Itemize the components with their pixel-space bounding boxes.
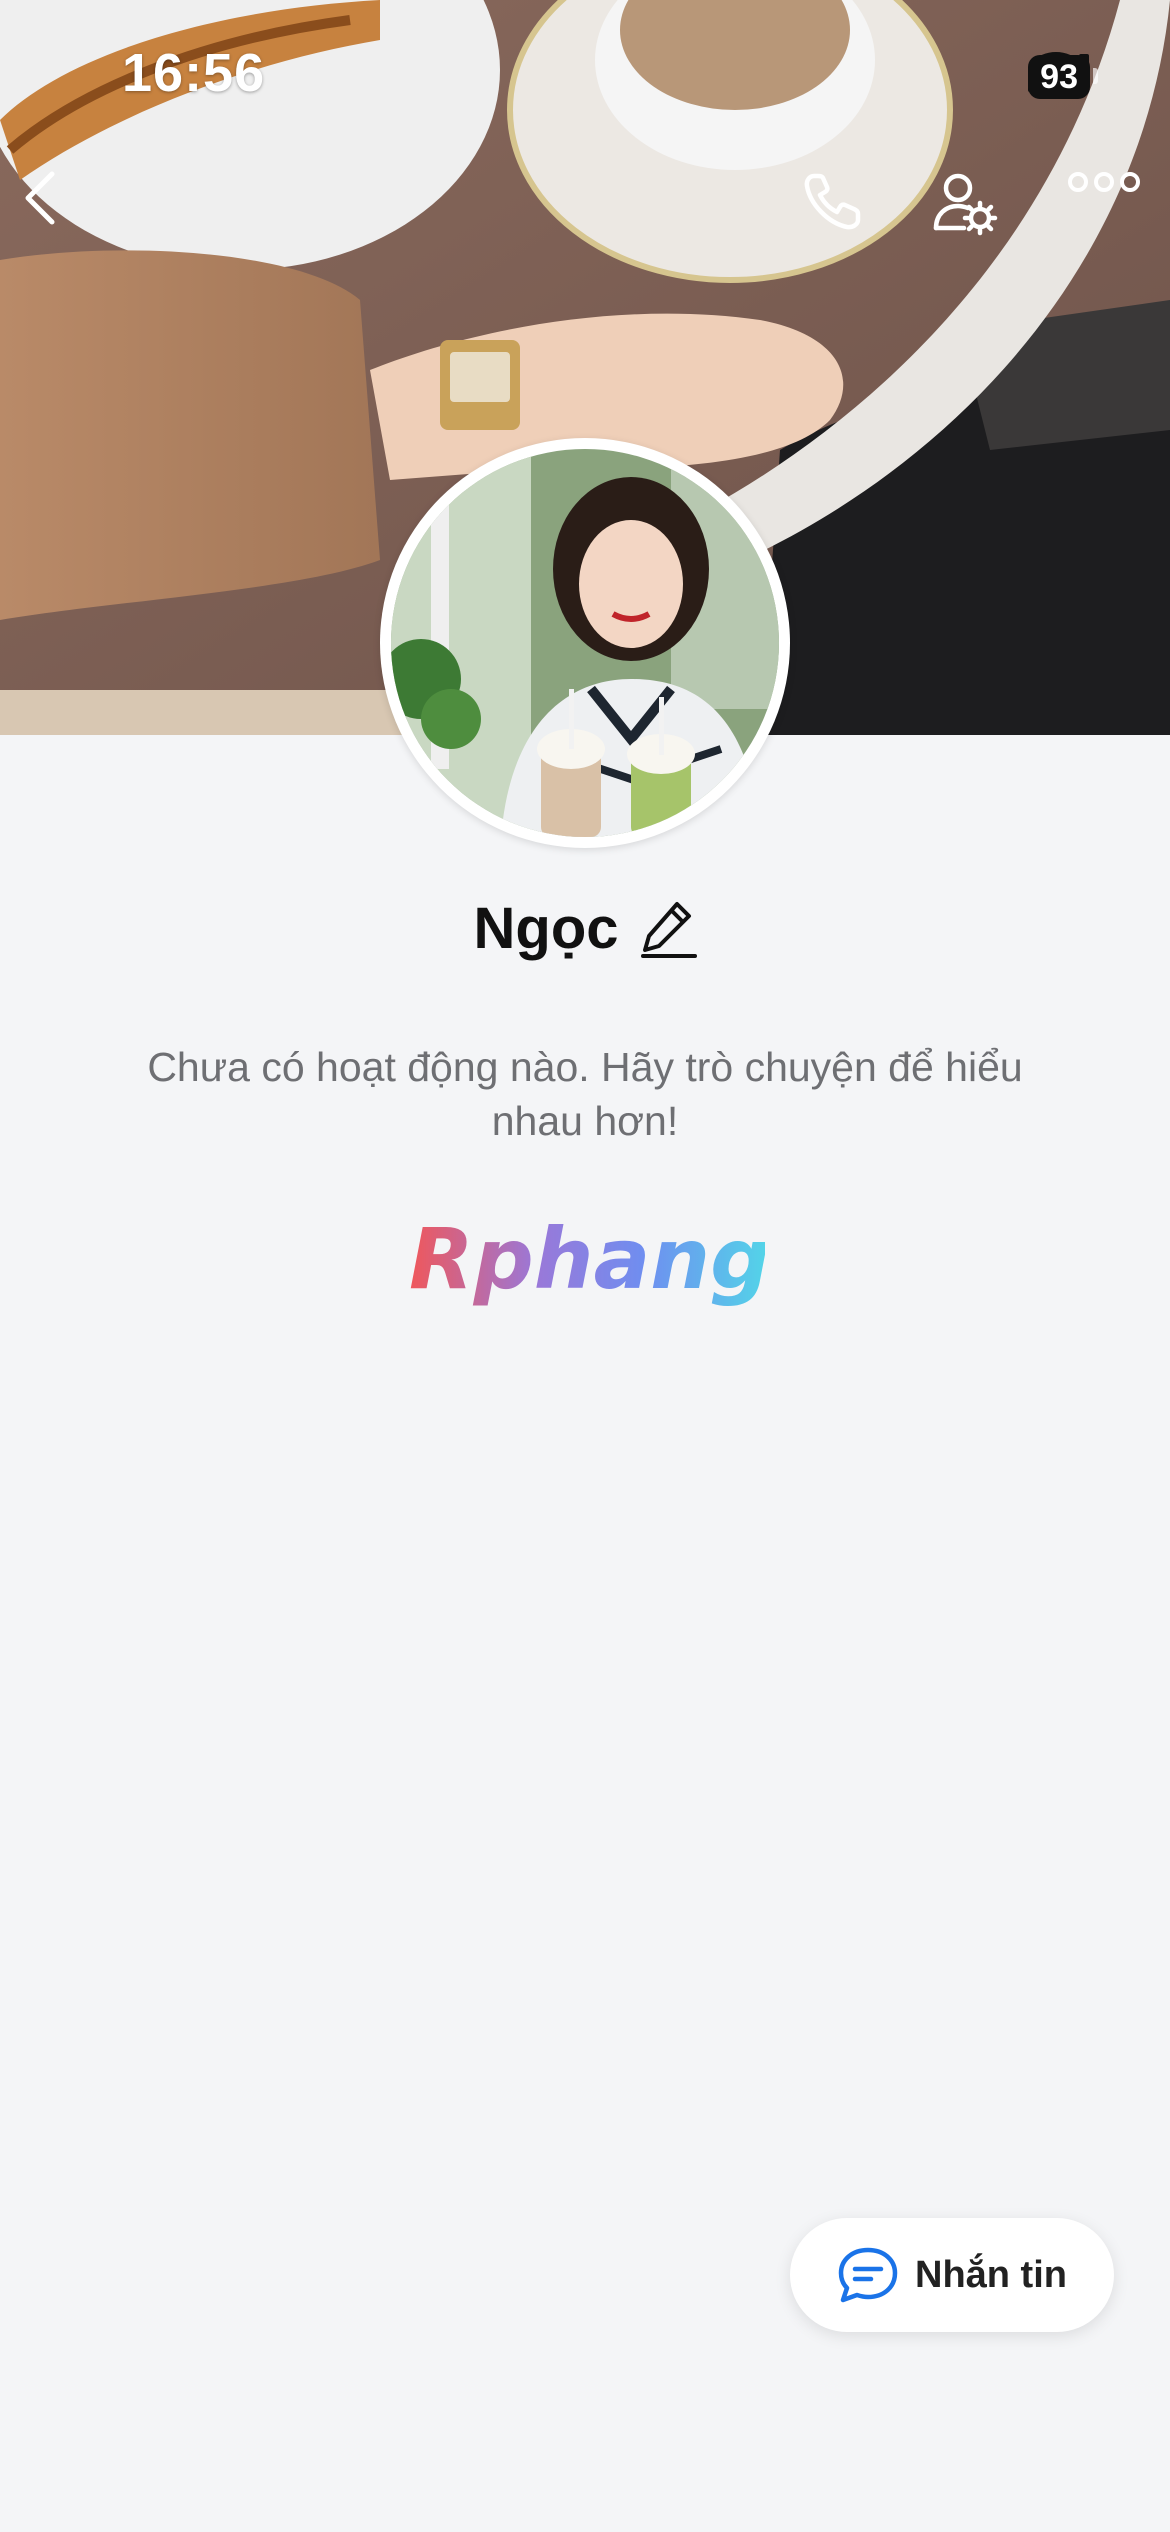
avatar [391,449,779,837]
watermark-text: Rphang [409,1210,765,1308]
chat-bubble-icon [838,2247,898,2303]
more-button[interactable] [1066,170,1146,250]
message-button-label: Nhắn tin [915,2253,1067,2296]
watermark-logo: Rphang [405,1210,770,1325]
avatar-photo [391,449,779,837]
more-dots-icon [1068,172,1140,192]
status-indicators: 93 [1028,52,1098,102]
battery-indicator: 93 [1028,55,1098,99]
back-button[interactable] [22,170,102,250]
call-button[interactable] [800,170,880,250]
user-settings-icon [933,173,998,236]
profile-settings-button[interactable] [932,170,1012,250]
pencil-icon[interactable] [640,898,697,960]
profile-name-row: Ngọc [0,895,1170,962]
profile-name: Ngọc [473,896,619,961]
phone-icon [804,173,861,230]
empty-activity-text: Chưa có hoạt động nào. Hãy trò chuyện để… [147,1044,1023,1144]
message-button[interactable]: Nhắn tin [790,2218,1114,2332]
status-time: 16:56 [122,43,266,103]
avatar-frame[interactable] [380,438,790,848]
chevron-left-icon [25,171,55,225]
